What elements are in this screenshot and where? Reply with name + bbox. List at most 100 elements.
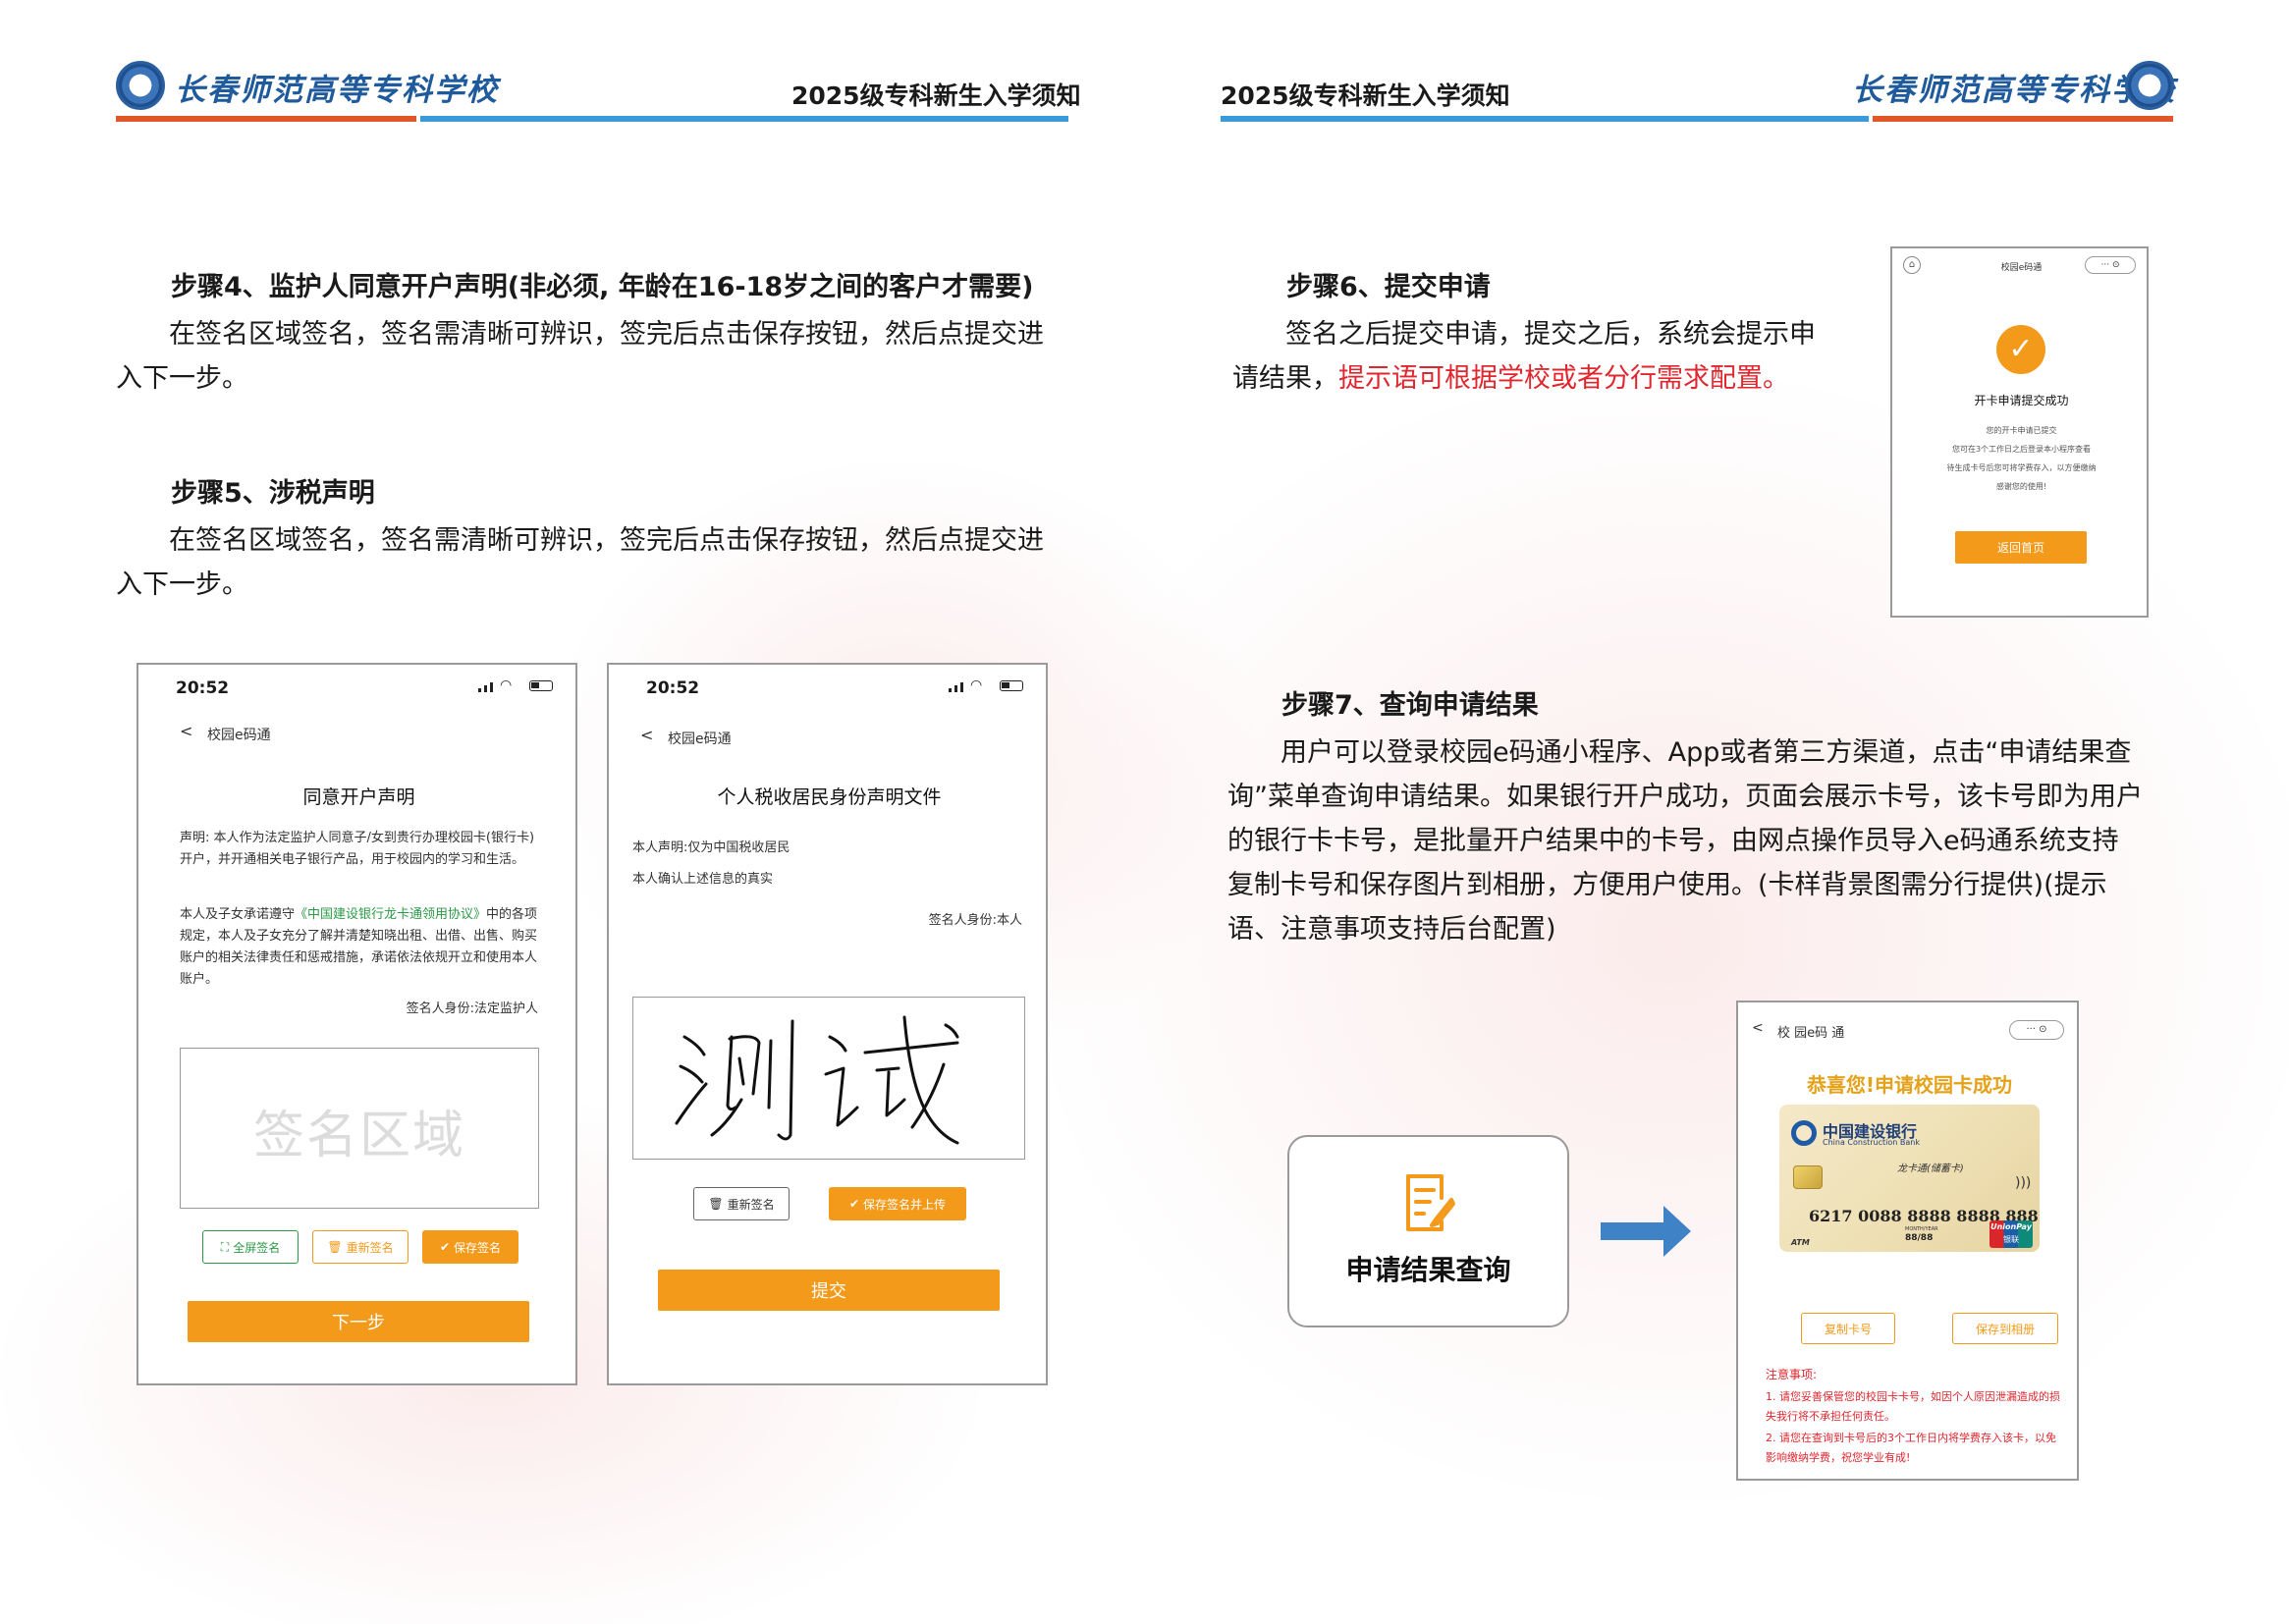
signature-placeholder: 签名区域 xyxy=(252,1107,465,1165)
step5-line2: 入下一步。 xyxy=(116,569,248,600)
header-rule-blue xyxy=(420,116,1068,122)
document-edit-icon xyxy=(1406,1174,1455,1231)
right-arrow-icon xyxy=(1601,1206,1691,1257)
valid-thru: 88/88 xyxy=(1905,1233,1934,1243)
check-circle-icon: ✔ xyxy=(439,1240,451,1254)
back-icon[interactable]: < xyxy=(1752,1020,1764,1036)
step7-line2: 询”菜单查询申请结果。如果银行开户成功，页面会展示卡号，该卡号即为用户 xyxy=(1227,782,2143,812)
nav-title: 校园e码通 xyxy=(668,731,732,747)
wifi-icon: ◠ xyxy=(970,677,983,693)
document-title: 2025级专科新生入学须知 xyxy=(791,81,1081,110)
battery-icon xyxy=(529,680,553,691)
congrats-title: 恭喜您!申请校园卡成功 xyxy=(1806,1073,2013,1097)
ccb-logo-icon xyxy=(1791,1120,1817,1146)
tax-declaration-screenshot: 20:52 ◠ < 校园e码通 个人税收居民身份声明文件 本人声明:仅为中国税收… xyxy=(607,663,1048,1385)
consent-title: 同意开户声明 xyxy=(302,786,415,808)
back-home-button[interactable]: 返回首页 xyxy=(1955,531,2087,564)
tax-line-2: 本人确认上述信息的真实 xyxy=(632,872,774,887)
query-result-menu-card[interactable]: 申请结果查询 xyxy=(1287,1135,1569,1327)
step4-heading: 步骤4、监护人同意开户声明(非必须, 年龄在16-18岁之间的客户才需要) xyxy=(171,272,1034,302)
consent-paragraph-1: 声明: 本人作为法定监护人同意子/女到贵行办理校园卡(银行卡)开户，并开通相关电… xyxy=(180,831,535,867)
valid-label: MONTH/YEAR xyxy=(1905,1226,1938,1232)
tax-title: 个人税收居民身份声明文件 xyxy=(717,786,942,808)
step5-heading: 步骤5、涉税声明 xyxy=(171,478,375,509)
query-result-screenshot: < 校 园e码 通 ··· ⊙ 恭喜您!申请校园卡成功 中国建设银行 China… xyxy=(1736,1001,2079,1481)
trash-icon: 🗑 xyxy=(327,1240,343,1254)
check-circle-icon: ✔ xyxy=(848,1197,860,1211)
save-upload-label: 保存签名并上传 xyxy=(863,1197,947,1212)
submit-success-screenshot: ⌂ 校园e码通 ··· ⊙ ✓ 开卡申请提交成功 您的开卡申请已提交 您可在3个… xyxy=(1890,246,2149,618)
save-signature-button[interactable]: ✔ 保存签名 xyxy=(422,1230,518,1264)
header-rule-blue xyxy=(1221,116,1869,122)
step6-heading: 步骤6、提交申请 xyxy=(1286,272,1491,302)
success-check-icon: ✓ xyxy=(1996,325,2045,374)
step4-body: 在签名区域签名，签名需清晰可辨识，签完后点击保存按钮，然后点提交进 入下一步。 xyxy=(116,312,1078,401)
trash-icon: 🗑 xyxy=(708,1197,724,1211)
handwritten-signature xyxy=(675,1015,959,1145)
unionpay-text: UnionPay xyxy=(1990,1222,2032,1231)
status-time: 20:52 xyxy=(646,678,700,698)
signer-identity: 签名人身份:本人 xyxy=(928,913,1022,928)
step5-body: 在签名区域签名，签名需清晰可辨识，签完后点击保存按钮，然后点提交进 入下一步。 xyxy=(116,518,1078,607)
consent-p2-text-a: 本人及子女承诺遵守 xyxy=(180,907,296,922)
back-icon[interactable]: < xyxy=(180,722,192,740)
header-rule-orange xyxy=(1873,116,2173,122)
copy-card-number-button[interactable]: 复制卡号 xyxy=(1801,1313,1895,1344)
success-line-1: 您的开卡申请已提交 xyxy=(1986,426,2057,435)
document-title: 2025级专科新生入学须知 xyxy=(1221,81,1510,110)
atm-label: ATM xyxy=(1791,1238,1810,1247)
submit-button[interactable]: 提交 xyxy=(658,1270,1000,1311)
card-type: 龙卡通(储蓄卡) xyxy=(1897,1164,1964,1174)
success-line-2: 您可在3个工作日之后登录本小程序查看 xyxy=(1951,445,2092,454)
back-icon[interactable]: < xyxy=(640,726,653,744)
fullscreen-sign-button[interactable]: ⛶ 全屏签名 xyxy=(202,1230,299,1264)
chip-icon xyxy=(1793,1165,1823,1189)
battery-icon xyxy=(1000,680,1023,691)
note-1: 1. 请您妥善保管您的校园卡卡号，如因个人原因泄漏造成的损失我行将不承担任何责任… xyxy=(1766,1390,2060,1423)
success-line-4: 感谢您的使用! xyxy=(1995,482,2047,491)
nav-title: 校园e码通 xyxy=(207,728,271,743)
step6-line2a: 请结果， xyxy=(1232,363,1338,394)
next-step-button[interactable]: 下一步 xyxy=(188,1301,529,1342)
agreement-link[interactable]: 《中国建设银行龙卡通领用协议》 xyxy=(295,907,486,922)
signal-icon xyxy=(478,682,493,692)
resign-label: 重新签名 xyxy=(727,1197,775,1212)
signature-area[interactable]: 签名区域 xyxy=(180,1048,539,1209)
save-and-upload-button[interactable]: ✔ 保存签名并上传 xyxy=(829,1187,966,1220)
step5-line1: 在签名区域签名，签名需清晰可辨识，签完后点击保存按钮，然后点提交进 xyxy=(169,525,1044,556)
menu-capsule-icon[interactable]: ··· ⊙ xyxy=(2085,256,2136,274)
resign-label: 重新签名 xyxy=(346,1240,394,1255)
step7-line1: 用户可以登录校园e码通小程序、App或者第三方渠道，点击“申请结果查 xyxy=(1281,737,2132,768)
signer-identity: 签名人身份:法定监护人 xyxy=(406,1001,538,1016)
signal-icon xyxy=(949,682,963,692)
status-time: 20:52 xyxy=(176,678,230,698)
step6-config-note: 提示语可根据学校或者分行需求配置。 xyxy=(1338,363,1789,394)
fullscreen-sign-label: 全屏签名 xyxy=(233,1240,281,1255)
step7-line5: 语、注意事项支持后台配置) xyxy=(1227,914,1556,945)
nav-title: 校 园e码 通 xyxy=(1777,1026,1845,1041)
resign-button[interactable]: 🗑 重新签名 xyxy=(693,1187,790,1220)
save-to-album-button[interactable]: 保存到相册 xyxy=(1952,1313,2058,1344)
unionpay-logo: UnionPay 银联 xyxy=(1989,1220,2033,1248)
wifi-icon: ◠ xyxy=(500,677,513,693)
step7-heading: 步骤7、查询申请结果 xyxy=(1281,690,1539,721)
menu-capsule-icon[interactable]: ··· ⊙ xyxy=(2009,1020,2064,1040)
step7-line4: 复制卡号和保存图片到相册，方便用户使用。(卡样背景图需分行提供)(提示 xyxy=(1227,870,2107,900)
consent-paragraph-2: 本人及子女承诺遵守《中国建设银行龙卡通领用协议》中的各项规定，本人及子女充分了解… xyxy=(180,904,539,991)
unionpay-text-cn: 银联 xyxy=(2003,1235,2019,1244)
success-line-3: 待生成卡号后您可将学费存入，以方便缴纳 xyxy=(1946,463,2097,472)
step7-body: 用户可以登录校园e码通小程序、App或者第三方渠道，点击“申请结果查 询”菜单查… xyxy=(1227,731,2170,951)
save-signature-label: 保存签名 xyxy=(454,1240,502,1255)
signature-area[interactable] xyxy=(632,997,1025,1160)
expand-icon: ⛶ xyxy=(220,1239,230,1254)
school-name: 长春师范高等专科学校 xyxy=(175,73,499,108)
query-result-label: 申请结果查询 xyxy=(1345,1254,1511,1286)
resign-button[interactable]: 🗑 重新签名 xyxy=(312,1230,409,1264)
note-2: 2. 请您在查询到卡号后的3个工作日内将学费存入该卡，以免影响缴纳学费，祝您学业… xyxy=(1766,1432,2056,1464)
tax-line-1: 本人声明:仅为中国税收居民 xyxy=(632,840,790,855)
notes-title: 注意事项: xyxy=(1766,1368,1818,1381)
success-title: 开卡申请提交成功 xyxy=(1974,394,2069,407)
step4-line2: 入下一步。 xyxy=(116,363,248,394)
bank-card-image: 中国建设银行 China Construction Bank 龙卡通(储蓄卡) … xyxy=(1779,1105,2040,1252)
step4-line1: 在签名区域签名，签名需清晰可辨识，签完后点击保存按钮，然后点提交进 xyxy=(169,319,1044,350)
